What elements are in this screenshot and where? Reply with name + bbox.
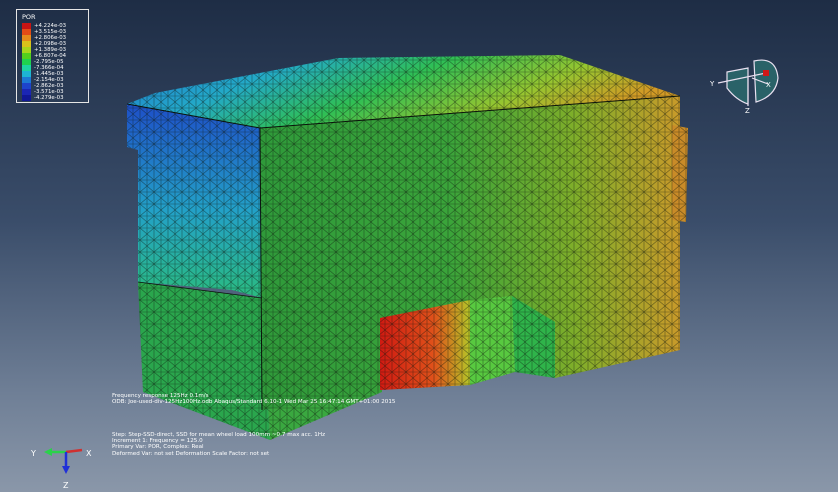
odb-info-block: Frequency response 125Hz 0.1m/s ODB: Joe… xyxy=(112,393,395,405)
legend-title: POR xyxy=(22,13,36,21)
view-cube-z-label: Z xyxy=(745,107,750,115)
model-viewport[interactable]: Y X Z Y X Z xyxy=(0,0,838,492)
odb-path-line: ODB: Joe-used-div-125Hz100Hz.odb Abaqus/… xyxy=(112,399,396,406)
step-info-block: Step: Step-SSD-direct, SSD for mean whee… xyxy=(112,432,325,457)
view-cube-x-label: X xyxy=(766,81,771,89)
legend-entry: -4.279e-03 xyxy=(22,95,66,101)
triad-x-label: X xyxy=(86,449,92,458)
triad-z-label: Z xyxy=(63,481,69,490)
view-cube-indicator xyxy=(763,70,769,76)
triad-y-label: Y xyxy=(30,449,36,458)
view-cube-y-label: Y xyxy=(709,80,715,88)
deformed-var-line: Deformed Var: not set Deformation Scale … xyxy=(112,450,270,457)
legend-value: -4.279e-03 xyxy=(34,95,64,101)
axis-triad: Y X Z xyxy=(30,448,92,490)
legend-list: +4.224e-03 +3.515e-03 +2.806e-03 +2.098e… xyxy=(22,23,66,101)
fe-mesh-model xyxy=(126,55,688,440)
view-cube-front[interactable] xyxy=(726,67,749,105)
contour-legend: POR +4.224e-03 +3.515e-03 +2.806e-03 +2.… xyxy=(16,9,89,103)
view-cube[interactable]: Y X Z xyxy=(709,59,779,115)
legend-swatch xyxy=(22,95,31,101)
